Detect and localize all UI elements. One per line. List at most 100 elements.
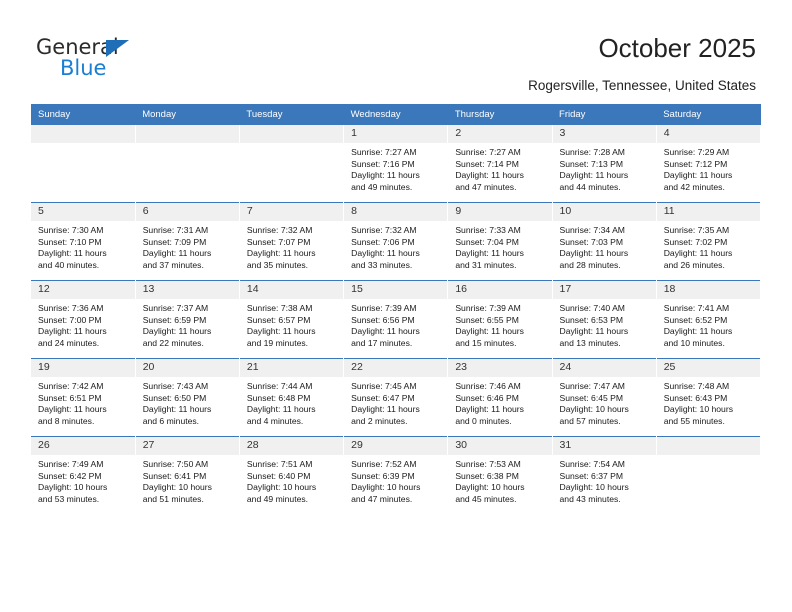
daylight-text-line1: Daylight: 11 hours bbox=[246, 404, 316, 415]
sunset-text: Sunset: 6:37 PM bbox=[559, 470, 624, 481]
day-details: Sunrise: 7:32 AM Sunset: 7:06 PM Dayligh… bbox=[344, 221, 447, 271]
day-details: Sunrise: 7:41 AM Sunset: 6:52 PM Dayligh… bbox=[657, 299, 760, 349]
day-cell[interactable]: 5 Sunrise: 7:30 AM Sunset: 7:10 PM Dayli… bbox=[31, 202, 136, 281]
day-cell[interactable]: 4 Sunrise: 7:29 AM Sunset: 7:12 PM Dayli… bbox=[656, 125, 762, 203]
day-cell[interactable]: 16 Sunrise: 7:39 AM Sunset: 6:55 PM Dayl… bbox=[447, 280, 553, 359]
day-cell[interactable]: 19 Sunrise: 7:42 AM Sunset: 6:51 PM Dayl… bbox=[31, 358, 136, 437]
weekday-header-row: Sunday Monday Tuesday Wednesday Thursday… bbox=[31, 104, 761, 125]
daylight-text-line2: and 53 minutes. bbox=[38, 493, 100, 504]
day-cell[interactable]: 18 Sunrise: 7:41 AM Sunset: 6:52 PM Dayl… bbox=[656, 280, 762, 359]
day-cell[interactable]: 9 Sunrise: 7:33 AM Sunset: 7:04 PM Dayli… bbox=[447, 202, 553, 281]
day-cell bbox=[135, 125, 240, 203]
daylight-text-line2: and 44 minutes. bbox=[559, 181, 621, 192]
day-cell[interactable]: 3 Sunrise: 7:28 AM Sunset: 7:13 PM Dayli… bbox=[552, 125, 657, 203]
day-number: 12 bbox=[31, 281, 135, 299]
day-cell[interactable]: 26 Sunrise: 7:49 AM Sunset: 6:42 PM Dayl… bbox=[31, 436, 136, 514]
calendar-week-row: 12 Sunrise: 7:36 AM Sunset: 7:00 PM Dayl… bbox=[31, 280, 762, 359]
sunrise-text: Sunrise: 7:43 AM bbox=[142, 381, 209, 391]
daylight-text-line2: and 47 minutes. bbox=[455, 181, 517, 192]
day-cell[interactable]: 1 Sunrise: 7:27 AM Sunset: 7:16 PM Dayli… bbox=[343, 125, 449, 203]
day-number: 26 bbox=[31, 437, 135, 455]
generalblue-logo[interactable]: General Blue bbox=[36, 36, 196, 84]
day-details: Sunrise: 7:48 AM Sunset: 6:43 PM Dayligh… bbox=[657, 377, 760, 427]
day-number: 4 bbox=[656, 125, 760, 143]
daylight-text-line1: Daylight: 11 hours bbox=[351, 248, 420, 259]
day-cell[interactable]: 22 Sunrise: 7:45 AM Sunset: 6:47 PM Dayl… bbox=[343, 358, 449, 437]
day-cell[interactable]: 7 Sunrise: 7:32 AM Sunset: 7:07 PM Dayli… bbox=[239, 202, 345, 281]
day-cell[interactable]: 14 Sunrise: 7:38 AM Sunset: 6:57 PM Dayl… bbox=[239, 280, 345, 359]
daylight-text-line2: and 4 minutes. bbox=[246, 415, 304, 426]
daylight-text-line2: and 28 minutes. bbox=[559, 259, 621, 270]
calendar-body: 1 Sunrise: 7:27 AM Sunset: 7:16 PM Dayli… bbox=[31, 125, 762, 514]
calendar-week-row: 19 Sunrise: 7:42 AM Sunset: 6:51 PM Dayl… bbox=[31, 358, 762, 437]
day-details: Sunrise: 7:30 AM Sunset: 7:10 PM Dayligh… bbox=[31, 221, 135, 271]
day-cell[interactable]: 13 Sunrise: 7:37 AM Sunset: 6:59 PM Dayl… bbox=[135, 280, 240, 359]
day-cell[interactable]: 25 Sunrise: 7:48 AM Sunset: 6:43 PM Dayl… bbox=[656, 358, 762, 437]
sunset-text: Sunset: 6:39 PM bbox=[351, 470, 415, 481]
weekday-header-sunday: Sunday bbox=[31, 104, 136, 125]
day-cell bbox=[239, 125, 345, 203]
daylight-text-line2: and 31 minutes. bbox=[455, 259, 517, 270]
daylight-text-line2: and 33 minutes. bbox=[351, 259, 413, 270]
day-cell[interactable]: 11 Sunrise: 7:35 AM Sunset: 7:02 PM Dayl… bbox=[656, 202, 762, 281]
day-cell[interactable]: 2 Sunrise: 7:27 AM Sunset: 7:14 PM Dayli… bbox=[447, 125, 553, 203]
day-cell[interactable]: 10 Sunrise: 7:34 AM Sunset: 7:03 PM Dayl… bbox=[552, 202, 657, 281]
day-cell[interactable]: 15 Sunrise: 7:39 AM Sunset: 6:56 PM Dayl… bbox=[343, 280, 449, 359]
sunrise-text: Sunrise: 7:30 AM bbox=[38, 225, 104, 235]
daylight-text-line1: Daylight: 11 hours bbox=[663, 170, 733, 181]
daylight-text-line2: and 26 minutes. bbox=[663, 259, 725, 270]
sunrise-text: Sunrise: 7:47 AM bbox=[559, 381, 625, 391]
day-number: 30 bbox=[448, 437, 552, 455]
sunset-text: Sunset: 6:57 PM bbox=[246, 314, 311, 325]
day-cell[interactable]: 20 Sunrise: 7:43 AM Sunset: 6:50 PM Dayl… bbox=[135, 358, 240, 437]
day-details: Sunrise: 7:54 AM Sunset: 6:37 PM Dayligh… bbox=[553, 455, 656, 505]
day-cell[interactable]: 29 Sunrise: 7:52 AM Sunset: 6:39 PM Dayl… bbox=[343, 436, 449, 514]
day-cell[interactable]: 28 Sunrise: 7:51 AM Sunset: 6:40 PM Dayl… bbox=[239, 436, 345, 514]
day-cell[interactable]: 21 Sunrise: 7:44 AM Sunset: 6:48 PM Dayl… bbox=[239, 358, 345, 437]
day-cell[interactable]: 30 Sunrise: 7:53 AM Sunset: 6:38 PM Dayl… bbox=[447, 436, 553, 514]
day-number: 11 bbox=[656, 203, 760, 221]
daylight-text-line1: Daylight: 10 hours bbox=[351, 482, 421, 493]
sunset-text: Sunset: 6:56 PM bbox=[351, 314, 415, 325]
page-header: General Blue October 2025 Rogersville, T… bbox=[0, 0, 792, 100]
day-number: 14 bbox=[239, 281, 344, 299]
day-cell[interactable]: 8 Sunrise: 7:32 AM Sunset: 7:06 PM Dayli… bbox=[343, 202, 449, 281]
day-cell[interactable]: 31 Sunrise: 7:54 AM Sunset: 6:37 PM Dayl… bbox=[552, 436, 657, 514]
sunset-text: Sunset: 7:03 PM bbox=[559, 236, 624, 247]
day-details: Sunrise: 7:29 AM Sunset: 7:12 PM Dayligh… bbox=[657, 143, 760, 193]
sunset-text: Sunset: 7:00 PM bbox=[38, 314, 102, 325]
sunset-text: Sunset: 7:14 PM bbox=[455, 158, 519, 169]
day-details: Sunrise: 7:45 AM Sunset: 6:47 PM Dayligh… bbox=[344, 377, 447, 427]
day-cell[interactable]: 23 Sunrise: 7:46 AM Sunset: 6:46 PM Dayl… bbox=[447, 358, 553, 437]
day-number: 13 bbox=[135, 281, 239, 299]
daylight-text-line2: and 42 minutes. bbox=[663, 181, 725, 192]
sunset-text: Sunset: 6:48 PM bbox=[246, 392, 311, 403]
day-details: Sunrise: 7:38 AM Sunset: 6:57 PM Dayligh… bbox=[240, 299, 343, 349]
daylight-text-line1: Daylight: 10 hours bbox=[38, 482, 108, 493]
day-cell[interactable]: 17 Sunrise: 7:40 AM Sunset: 6:53 PM Dayl… bbox=[552, 280, 657, 359]
sunset-text: Sunset: 6:38 PM bbox=[455, 470, 519, 481]
daylight-text-line1: Daylight: 10 hours bbox=[559, 482, 629, 493]
sunrise-text: Sunrise: 7:27 AM bbox=[455, 147, 521, 157]
day-number: 27 bbox=[135, 437, 239, 455]
daylight-text-line2: and 6 minutes. bbox=[142, 415, 200, 426]
daylight-text-line1: Daylight: 11 hours bbox=[38, 404, 107, 415]
day-details: Sunrise: 7:43 AM Sunset: 6:50 PM Dayligh… bbox=[136, 377, 239, 427]
day-details: Sunrise: 7:42 AM Sunset: 6:51 PM Dayligh… bbox=[31, 377, 135, 427]
day-cell[interactable]: 6 Sunrise: 7:31 AM Sunset: 7:09 PM Dayli… bbox=[135, 202, 240, 281]
day-cell[interactable]: 27 Sunrise: 7:50 AM Sunset: 6:41 PM Dayl… bbox=[135, 436, 240, 514]
sunrise-text: Sunrise: 7:44 AM bbox=[246, 381, 313, 391]
daylight-text-line2: and 24 minutes. bbox=[38, 337, 100, 348]
sunset-text: Sunset: 7:09 PM bbox=[142, 236, 207, 247]
daylight-text-line2: and 13 minutes. bbox=[559, 337, 621, 348]
daylight-text-line1: Daylight: 11 hours bbox=[142, 326, 212, 337]
sunset-text: Sunset: 6:41 PM bbox=[142, 470, 207, 481]
day-cell[interactable]: 24 Sunrise: 7:47 AM Sunset: 6:45 PM Dayl… bbox=[552, 358, 657, 437]
daylight-text-line2: and 17 minutes. bbox=[351, 337, 413, 348]
day-number: 8 bbox=[344, 203, 448, 221]
daylight-text-line1: Daylight: 10 hours bbox=[455, 482, 525, 493]
day-cell[interactable]: 12 Sunrise: 7:36 AM Sunset: 7:00 PM Dayl… bbox=[31, 280, 136, 359]
daylight-text-line1: Daylight: 11 hours bbox=[559, 326, 629, 337]
sunset-text: Sunset: 6:50 PM bbox=[142, 392, 207, 403]
day-details: Sunrise: 7:39 AM Sunset: 6:55 PM Dayligh… bbox=[448, 299, 551, 349]
